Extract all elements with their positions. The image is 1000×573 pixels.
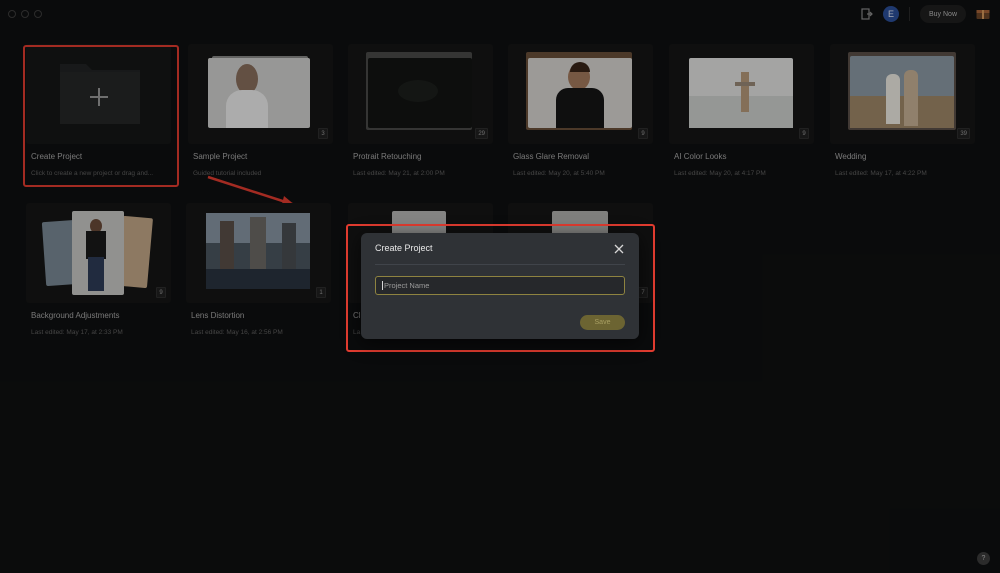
text-caret [382,281,383,290]
dialog-title: Create Project [375,243,433,253]
save-button[interactable]: Save [580,315,625,330]
close-icon[interactable] [613,243,625,255]
create-project-dialog: Create Project Project Name Save [361,233,639,339]
dialog-divider [375,264,625,265]
help-button[interactable]: ? [977,552,990,565]
project-name-input[interactable]: Project Name [375,276,625,295]
project-name-placeholder: Project Name [384,281,430,290]
